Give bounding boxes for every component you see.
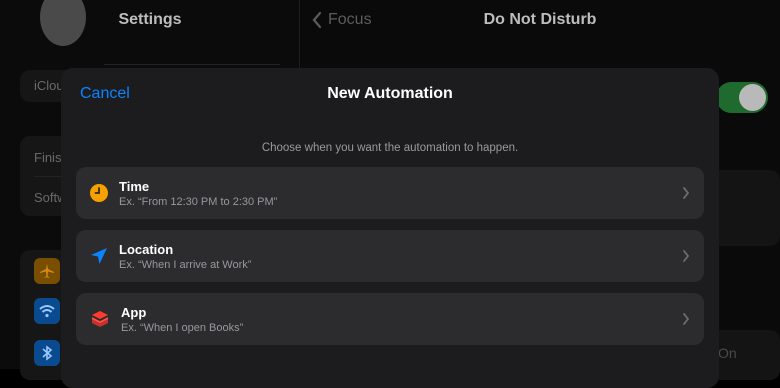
sheet-title: New Automation xyxy=(327,85,453,102)
new-automation-sheet: Cancel New Automation Choose when you wa… xyxy=(61,68,719,388)
focus-toggle[interactable] xyxy=(716,82,768,113)
back-label: Focus xyxy=(328,11,372,28)
finish-setup-label[interactable]: Finis xyxy=(34,150,61,165)
option-subtitle: Ex. “When I open Books” xyxy=(121,322,244,334)
location-arrow-icon xyxy=(91,248,107,264)
layers-icon xyxy=(92,311,108,327)
clock-icon xyxy=(90,184,108,202)
chevron-left-icon xyxy=(312,11,322,29)
chevron-right-icon xyxy=(683,313,690,325)
icloud-label: iClou xyxy=(34,78,64,93)
chevron-right-icon xyxy=(683,187,690,199)
sheet-hint: Choose when you want the automation to h… xyxy=(261,142,519,154)
toggle-knob xyxy=(739,84,766,111)
chevron-right-icon xyxy=(683,250,690,262)
airplane-icon[interactable] xyxy=(34,258,60,284)
divider xyxy=(104,64,280,65)
option-subtitle: Ex. “From 12:30 PM to 2:30 PM” xyxy=(119,196,278,208)
detail-title: Do Not Disturb xyxy=(483,11,597,28)
option-title: Location xyxy=(119,242,174,257)
option-title: Time xyxy=(119,179,150,194)
wifi-icon[interactable] xyxy=(34,298,60,324)
sidebar-title: Settings xyxy=(118,11,182,28)
option-subtitle: Ex. “When I arrive at Work” xyxy=(119,259,252,271)
detail-card xyxy=(710,170,780,246)
bluetooth-icon[interactable] xyxy=(34,340,60,366)
option-title: App xyxy=(121,305,147,320)
time-option[interactable]: Time Ex. “From 12:30 PM to 2:30 PM” xyxy=(76,167,704,219)
location-option[interactable]: Location Ex. “When I arrive at Work” xyxy=(76,230,704,282)
app-option[interactable]: App Ex. “When I open Books” xyxy=(76,293,704,345)
back-button[interactable]: Focus xyxy=(312,11,372,29)
on-label: On xyxy=(718,345,737,361)
